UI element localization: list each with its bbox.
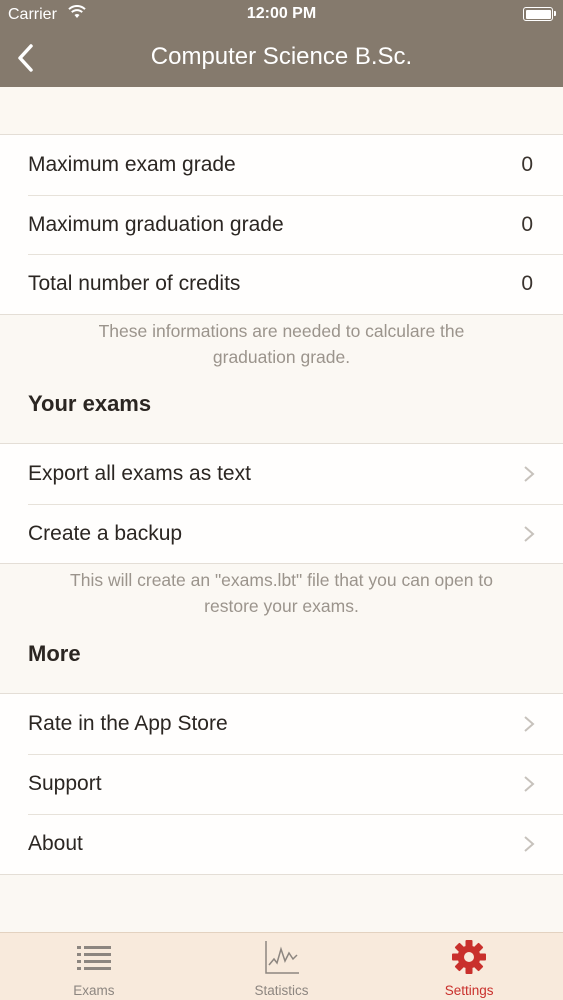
row-value: 0 — [521, 152, 533, 176]
total-credits-row[interactable]: Total number of credits 0 — [0, 254, 563, 314]
tab-exams[interactable]: Exams — [0, 933, 188, 1000]
chevron-right-icon — [524, 835, 535, 852]
row-label: Create a backup — [28, 521, 183, 545]
create-backup-row[interactable]: Create a backup — [0, 503, 563, 564]
tab-label: Settings — [444, 983, 494, 998]
tab-label: Statistics — [254, 983, 309, 998]
navigation-bar: Computer Science B.Sc. — [0, 30, 563, 87]
chevron-right-icon — [524, 776, 535, 792]
page-title: Computer Science B.Sc. — [150, 43, 413, 70]
chevron-right-icon — [524, 466, 535, 482]
rate-app-store-row[interactable]: Rate in the App Store — [0, 694, 563, 754]
status-bar: Carrier 12:00 PM — [0, 0, 563, 30]
section-header-more: More — [28, 641, 81, 667]
row-label: Maximum exam grade — [28, 152, 236, 176]
backup-footer-note: This will create an "exams.lbt" file tha… — [70, 570, 493, 617]
tab-label: Exams — [73, 983, 115, 998]
support-row[interactable]: Support — [0, 754, 563, 814]
more-group: Rate in the App Store Support About — [0, 693, 563, 875]
row-label: Rate in the App Store — [28, 712, 228, 736]
section-header-your-exams: Your exams — [28, 391, 152, 417]
tab-settings[interactable]: Settings — [375, 933, 563, 1000]
grading-group: Maximum exam grade 0 Maximum graduation … — [0, 134, 563, 316]
top-spacer — [0, 87, 563, 134]
row-label: Support — [28, 771, 102, 795]
tab-bar: Exams Statistics Settings — [0, 932, 563, 1000]
settings-content: Maximum exam grade 0 Maximum graduation … — [0, 87, 563, 875]
tab-statistics[interactable]: Statistics — [188, 933, 376, 1000]
row-label: About — [28, 831, 83, 855]
exams-group: Export all exams as text Create a backup — [0, 443, 563, 565]
gear-icon — [452, 940, 487, 974]
about-row[interactable]: About — [0, 813, 563, 874]
grading-footer-note: These informations are needed to calcula… — [98, 321, 465, 368]
max-exam-grade-row[interactable]: Maximum exam grade 0 — [0, 135, 563, 195]
max-graduation-grade-row[interactable]: Maximum graduation grade 0 — [0, 194, 563, 255]
row-label: Maximum graduation grade — [28, 212, 284, 236]
chart-icon — [264, 941, 299, 974]
export-exams-row[interactable]: Export all exams as text — [0, 444, 563, 504]
row-label: Export all exams as text — [28, 461, 251, 485]
row-label: Total number of credits — [28, 272, 241, 296]
status-time: 12:00 PM — [246, 5, 317, 22]
chevron-right-icon — [524, 525, 535, 542]
row-value: 0 — [521, 272, 533, 296]
list-icon — [76, 946, 111, 970]
battery-icon — [523, 7, 556, 21]
row-value: 0 — [521, 212, 533, 236]
chevron-right-icon — [524, 716, 535, 733]
